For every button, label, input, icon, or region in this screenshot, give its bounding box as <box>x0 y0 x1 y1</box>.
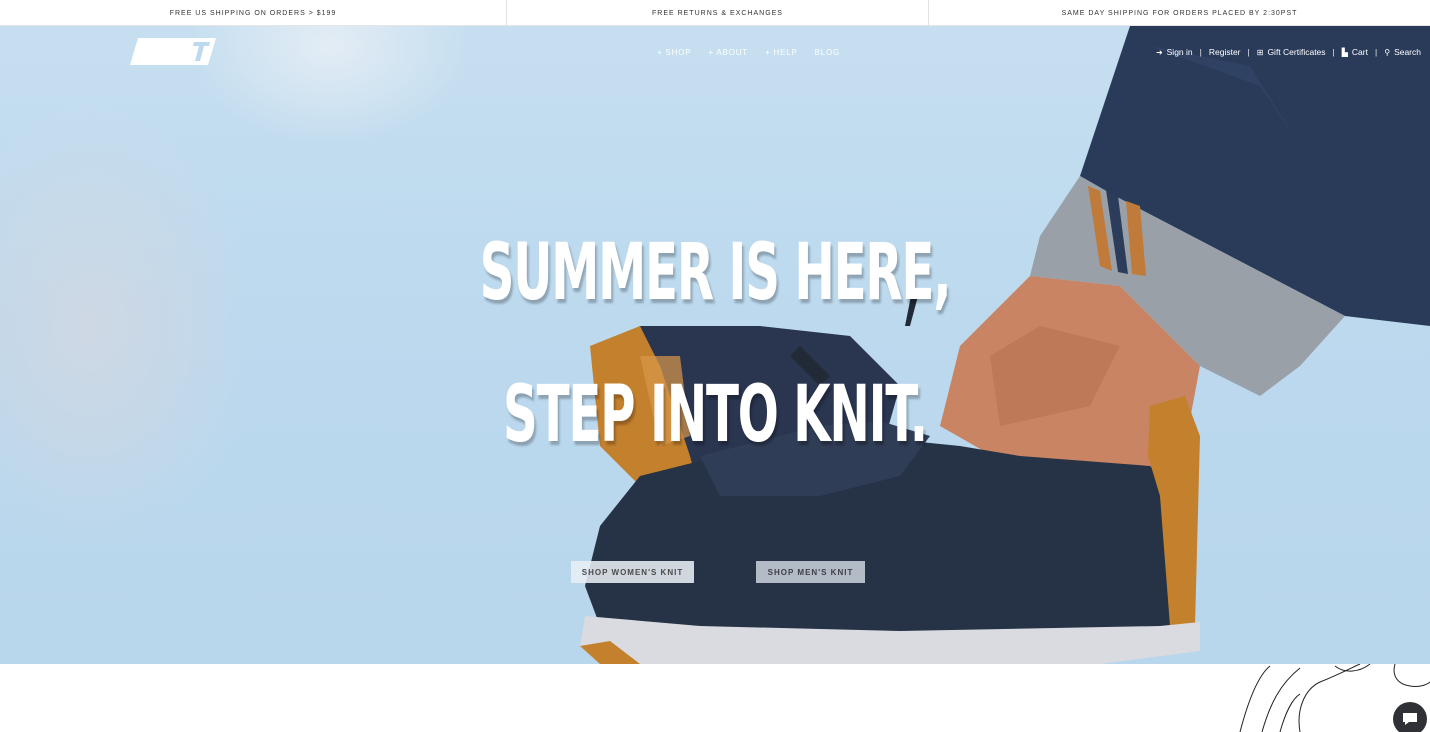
main-nav: + SHOP + ABOUT + HELP BLOG <box>657 48 840 57</box>
gift-certificates-link[interactable]: ⊞ Gift Certificates <box>1257 47 1326 57</box>
chat-icon <box>1403 713 1417 725</box>
hero-headline-line1: SUMMER IS HERE, <box>479 228 952 318</box>
lower-section <box>0 664 1430 732</box>
nav-help[interactable]: + HELP <box>765 48 798 57</box>
brand-logo[interactable] <box>130 38 216 65</box>
utility-nav: ➜ Sign in | Register | ⊞ Gift Certificat… <box>1156 47 1421 57</box>
hero-banner: + SHOP + ABOUT + HELP BLOG ➜ Sign in | R… <box>0 26 1430 664</box>
announcement-free-returns: FREE RETURNS & EXCHANGES <box>507 0 929 26</box>
cart-label: Cart <box>1351 47 1368 57</box>
announcement-same-day: SAME DAY SHIPPING FOR ORDERS PLACED BY 2… <box>1061 9 1298 17</box>
sign-in-link[interactable]: ➜ Sign in <box>1156 47 1193 57</box>
sign-in-label: Sign in <box>1166 47 1193 57</box>
shop-mens-knit-button[interactable]: SHOP MEN'S KNIT <box>756 561 865 583</box>
search-icon: ⚲ <box>1384 47 1391 57</box>
nav-shop[interactable]: + SHOP <box>657 48 691 57</box>
separator: | <box>1374 47 1378 57</box>
shop-womens-knit-button[interactable]: SHOP WOMEN'S KNIT <box>571 561 694 583</box>
separator: | <box>1247 47 1250 57</box>
sign-in-icon: ➜ <box>1155 47 1163 57</box>
cart-icon: ▙ <box>1341 47 1348 57</box>
cart-link[interactable]: ▙ Cart <box>1342 47 1368 57</box>
search-label: Search <box>1394 47 1421 57</box>
announcement-bar: FREE US SHIPPING ON ORDERS > $199 FREE R… <box>0 0 1430 26</box>
register-link[interactable]: Register <box>1209 47 1241 57</box>
hero-headline-line2: STEP INTO KNIT. <box>503 370 928 460</box>
gift-icon: ⊞ <box>1256 47 1264 57</box>
decorative-line-art <box>1239 664 1430 732</box>
gift-label: Gift Certificates <box>1267 47 1326 57</box>
hero-photo <box>580 26 1430 664</box>
chat-button[interactable] <box>1393 702 1427 732</box>
announcement-free-shipping: FREE US SHIPPING ON ORDERS > $199 <box>0 0 507 26</box>
nav-about[interactable]: + ABOUT <box>708 48 748 57</box>
separator: | <box>1199 47 1202 57</box>
register-label: Register <box>1208 47 1241 57</box>
nav-blog[interactable]: BLOG <box>815 48 840 57</box>
separator: | <box>1332 47 1335 57</box>
search-link[interactable]: ⚲ Search <box>1384 47 1421 57</box>
